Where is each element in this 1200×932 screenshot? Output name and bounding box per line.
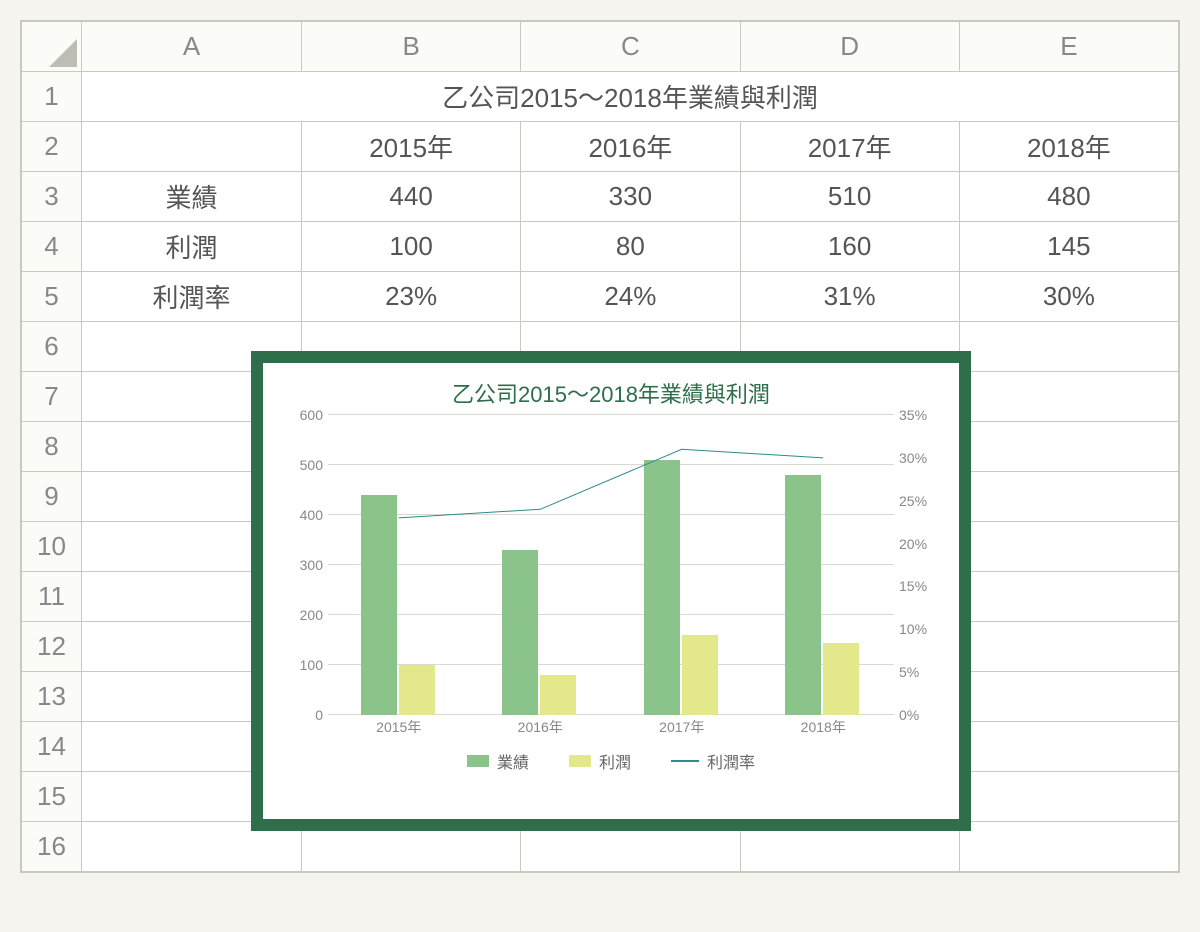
y-axis-left-tick: 0 — [283, 707, 323, 723]
row-header[interactable]: 14 — [22, 722, 82, 772]
cell-label[interactable]: 利潤率 — [82, 272, 302, 322]
y-axis-left-tick: 100 — [283, 657, 323, 673]
row-header[interactable]: 7 — [22, 372, 82, 422]
cell[interactable]: 440 — [302, 172, 521, 222]
row-header[interactable]: 10 — [22, 522, 82, 572]
x-axis-tick: 2016年 — [518, 717, 563, 737]
x-axis-tick: 2018年 — [801, 717, 846, 737]
cell-year[interactable]: 2017年 — [740, 122, 959, 172]
cell[interactable] — [82, 122, 302, 172]
legend-item-perf: 業績 — [467, 749, 529, 773]
col-header-B[interactable]: B — [302, 22, 521, 72]
row-header[interactable]: 16 — [22, 822, 82, 872]
chart-legend: 業績 利潤 利潤率 — [273, 749, 949, 773]
cell[interactable]: 145 — [959, 222, 1178, 272]
y-axis-right-tick: 0% — [899, 707, 939, 723]
legend-swatch-icon — [467, 755, 489, 767]
cell[interactable]: 510 — [740, 172, 959, 222]
title-cell[interactable]: 乙公司2015～2018年業績與利潤 — [82, 72, 1179, 122]
y-axis-right-tick: 15% — [899, 578, 939, 594]
row-header[interactable]: 9 — [22, 472, 82, 522]
cell[interactable]: 100 — [302, 222, 521, 272]
row-header[interactable]: 11 — [22, 572, 82, 622]
cell[interactable]: 31% — [740, 272, 959, 322]
y-axis-left-tick: 600 — [283, 407, 323, 423]
cell[interactable]: 24% — [521, 272, 740, 322]
cell[interactable]: 23% — [302, 272, 521, 322]
y-axis-right-tick: 10% — [899, 621, 939, 637]
select-all-cell[interactable] — [22, 22, 82, 72]
spreadsheet: A B C D E 1 乙公司2015～2018年業績與利潤 2 2015年 2… — [20, 20, 1180, 873]
y-axis-left-tick: 200 — [283, 607, 323, 623]
y-axis-right-tick: 30% — [899, 450, 939, 466]
cell-year[interactable]: 2018年 — [959, 122, 1178, 172]
y-axis-left-tick: 500 — [283, 457, 323, 473]
y-axis-left-tick: 300 — [283, 557, 323, 573]
y-axis-right-tick: 5% — [899, 664, 939, 680]
cell-year[interactable]: 2015年 — [302, 122, 521, 172]
row-header[interactable]: 2 — [22, 122, 82, 172]
col-header-A[interactable]: A — [82, 22, 302, 72]
col-header-D[interactable]: D — [740, 22, 959, 72]
legend-swatch-icon — [569, 755, 591, 767]
row-header[interactable]: 6 — [22, 322, 82, 372]
cell[interactable]: 80 — [521, 222, 740, 272]
cell-label[interactable]: 業績 — [82, 172, 302, 222]
chart-title: 乙公司2015～2018年業績與利潤 — [273, 377, 949, 409]
cell[interactable]: 480 — [959, 172, 1178, 222]
cell[interactable]: 160 — [740, 222, 959, 272]
legend-line-icon — [671, 760, 699, 762]
line-series — [328, 415, 894, 715]
row-header[interactable]: 4 — [22, 222, 82, 272]
cell-label[interactable]: 利潤 — [82, 222, 302, 272]
legend-item-rate: 利潤率 — [671, 749, 755, 773]
cell-year[interactable]: 2016年 — [521, 122, 740, 172]
chart-plot-area: 01002003004005006000%5%10%15%20%25%30%35… — [273, 415, 949, 745]
row-header[interactable]: 15 — [22, 772, 82, 822]
row-header[interactable]: 8 — [22, 422, 82, 472]
row-header[interactable]: 13 — [22, 672, 82, 722]
y-axis-right-tick: 25% — [899, 493, 939, 509]
x-axis-tick: 2015年 — [376, 717, 421, 737]
legend-item-profit: 利潤 — [569, 749, 631, 773]
cell[interactable]: 30% — [959, 272, 1178, 322]
embedded-chart[interactable]: 乙公司2015～2018年業績與利潤 0 100 200 300 400 500 600 0%… — [251, 351, 971, 831]
col-header-E[interactable]: E — [959, 22, 1178, 72]
row-header[interactable]: 3 — [22, 172, 82, 222]
row-header[interactable]: 5 — [22, 272, 82, 322]
row-header[interactable]: 1 — [22, 72, 82, 122]
x-axis-tick: 2017年 — [659, 717, 704, 737]
row-header[interactable]: 12 — [22, 622, 82, 672]
y-axis-right-tick: 20% — [899, 536, 939, 552]
y-axis-left-tick: 400 — [283, 507, 323, 523]
cell[interactable]: 330 — [521, 172, 740, 222]
col-header-C[interactable]: C — [521, 22, 740, 72]
y-axis-right-tick: 35% — [899, 407, 939, 423]
